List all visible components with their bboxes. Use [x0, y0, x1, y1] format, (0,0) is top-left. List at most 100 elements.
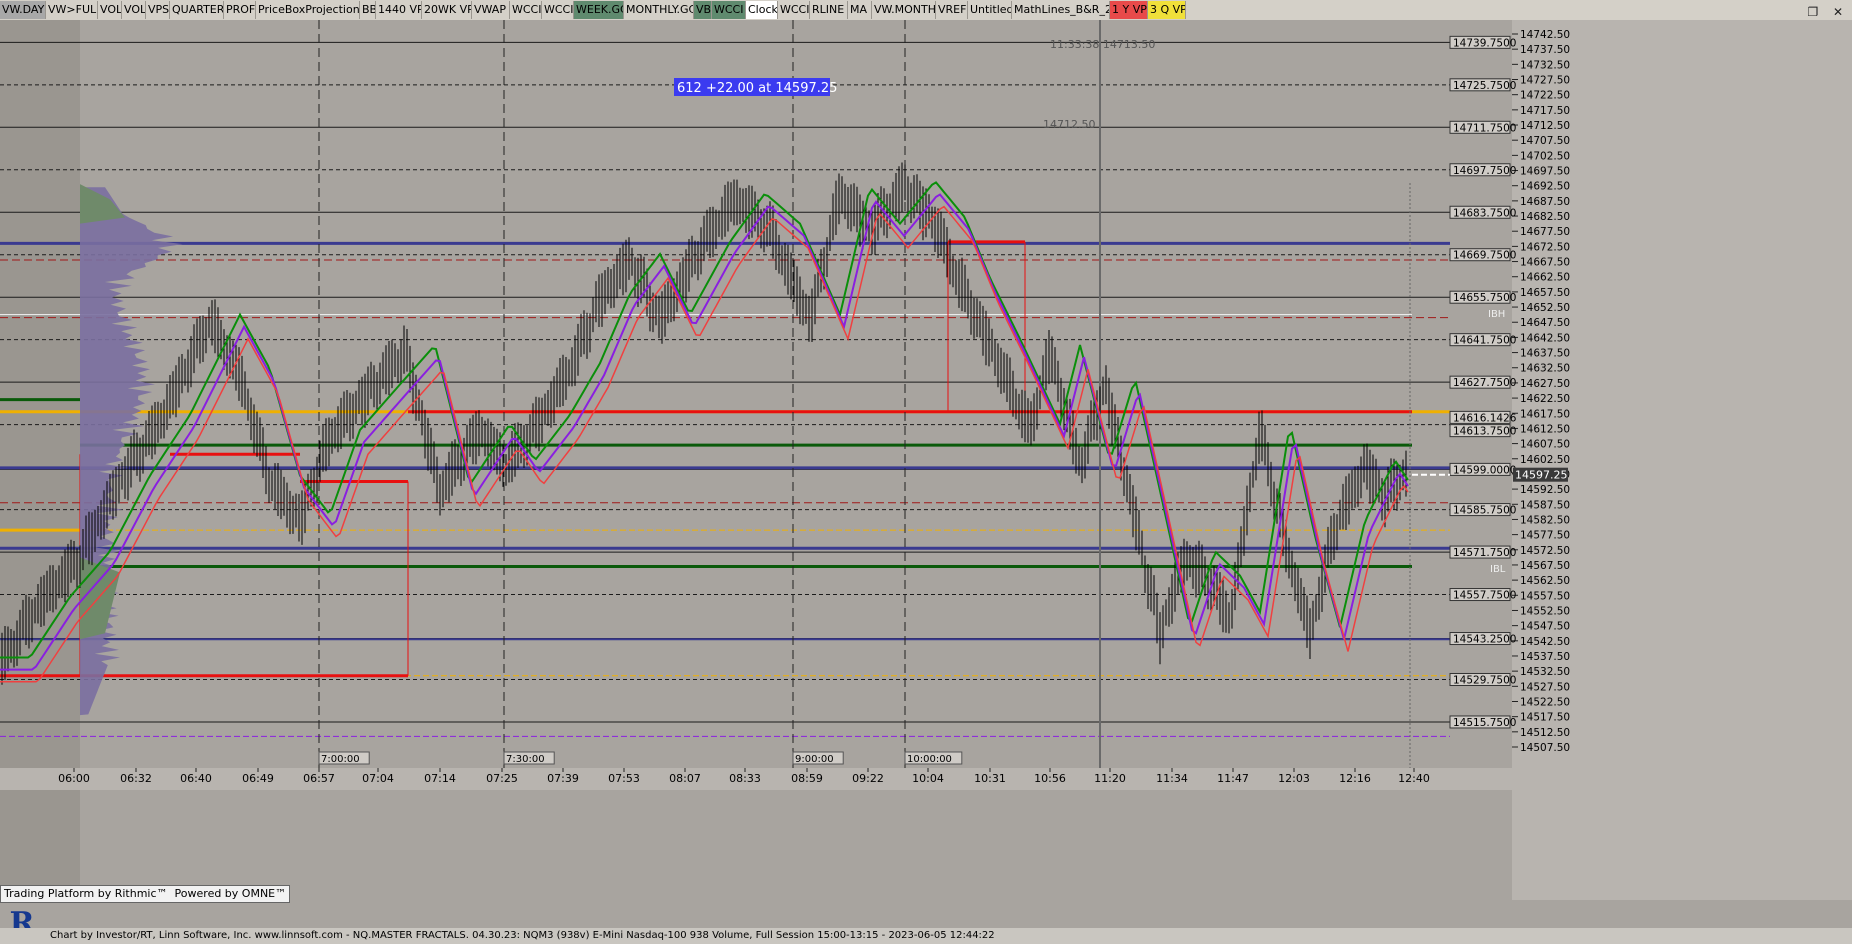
status-footer: Chart by Investor/RT, Linn Software, Inc…	[0, 928, 1852, 944]
time-tick-label: 10:56	[1034, 772, 1066, 785]
time-tick-label: 11:47	[1217, 772, 1249, 785]
toolbar-tab-1[interactable]: VW>FULL	[46, 1, 98, 19]
price-tick-label: 14687.50	[1520, 196, 1570, 208]
toolbar-tab-9[interactable]: 1440 VP	[376, 1, 422, 19]
rithmic-badge: Trading Platform by Rithmic™ Powered by …	[0, 885, 291, 903]
price-tick-label: 14512.50	[1520, 727, 1570, 739]
footer-text: Chart by Investor/RT, Linn Software, Inc…	[50, 930, 995, 941]
price-tick-label: 14732.50	[1520, 59, 1570, 71]
toolbar-tab-15[interactable]: MONTHLY.GC	[624, 1, 694, 19]
price-chart[interactable]: 612 +22.00 at 14597.25 11:33:38 14713.50 1…	[0, 20, 1852, 944]
price-tick-label: 14692.50	[1520, 181, 1570, 193]
time-tick-label: 06:57	[303, 772, 335, 785]
price-tick-label: 14517.50	[1520, 712, 1570, 724]
price-tick-label: 14532.50	[1520, 666, 1570, 678]
time-tick-label: 12:16	[1339, 772, 1371, 785]
toolbar-tab-2[interactable]: VOL	[98, 1, 122, 19]
session-label: 7:30:00	[506, 754, 545, 765]
last-price-label: 14597.25	[1515, 469, 1568, 482]
price-tick-label: 14667.50	[1520, 257, 1570, 269]
time-tick-label: 08:33	[729, 772, 761, 785]
window-buttons: ❐ ✕	[1803, 1, 1848, 19]
toolbar-tab-24[interactable]: Untitled	[968, 1, 1012, 19]
level-label: 14711.7500	[1453, 122, 1516, 134]
toolbar-tab-26[interactable]: 1 Y VP	[1110, 1, 1148, 19]
time-tick-label: 10:31	[974, 772, 1006, 785]
toolbar-tab-8[interactable]: BB	[360, 1, 376, 19]
session-label: 7:00:00	[321, 754, 360, 765]
level-label: 14669.7500	[1453, 250, 1516, 262]
price-tick-label: 14647.50	[1520, 317, 1570, 329]
toolbar-tab-27[interactable]: 3 Q VP	[1148, 1, 1186, 19]
toolbar-tab-19[interactable]: WCCI	[778, 1, 810, 19]
price-tick-label: 14742.50	[1520, 29, 1570, 41]
time-tick-label: 10:04	[912, 772, 944, 785]
level-label: 14725.7500	[1453, 80, 1516, 92]
toolbar-tab-6[interactable]: PROF	[224, 1, 256, 19]
time-tick-label: 08:07	[669, 772, 701, 785]
toolbar-tab-25[interactable]: MathLines_B&R_20	[1012, 1, 1110, 19]
level-label: 14613.7500	[1453, 426, 1516, 438]
price-tick-label: 14572.50	[1520, 545, 1570, 557]
time-tick-label: 11:20	[1094, 772, 1126, 785]
price-tick-label: 14542.50	[1520, 636, 1570, 648]
price-tick-label: 14617.50	[1520, 408, 1570, 420]
toolbar-tab-11[interactable]: VWAP	[472, 1, 510, 19]
price-tick-label: 14637.50	[1520, 348, 1570, 360]
price-tick-label: 14547.50	[1520, 621, 1570, 633]
price-tick-label: 14582.50	[1520, 514, 1570, 526]
price-tick-label: 14657.50	[1520, 287, 1570, 299]
restore-icon[interactable]: ❐	[1803, 3, 1823, 21]
rithmic-label: Trading Platform by Rithmic™	[4, 887, 168, 900]
price-tick-label: 14737.50	[1520, 44, 1570, 56]
price-tick-label: 14562.50	[1520, 575, 1570, 587]
level-label: 14529.7500	[1453, 674, 1516, 686]
toolbar-tab-5[interactable]: QUARTER	[170, 1, 224, 19]
level-label: 14683.7500	[1453, 207, 1516, 219]
price-tick-label: 14632.50	[1520, 363, 1570, 375]
toolbar-tab-14[interactable]: WEEK.GC	[574, 1, 624, 19]
price-tick-label: 14627.50	[1520, 378, 1570, 390]
toolbar-tab-22[interactable]: VW.MONTH	[872, 1, 936, 19]
level-label: 14571.7500	[1453, 547, 1516, 559]
level-label: 14627.7500	[1453, 377, 1516, 389]
price-tick-label: 14557.50	[1520, 590, 1570, 602]
toolbar-tab-3[interactable]: VOL	[122, 1, 146, 19]
toolbar-tab-12[interactable]: WCCI	[510, 1, 542, 19]
price-tick-label: 14622.50	[1520, 393, 1570, 405]
toolbar-tab-0[interactable]: VW.DAY	[0, 1, 46, 19]
price-tick-label: 14707.50	[1520, 135, 1570, 147]
price-tick-label: 14612.50	[1520, 423, 1570, 435]
price-tick-label: 14567.50	[1520, 560, 1570, 572]
close-icon[interactable]: ✕	[1828, 3, 1848, 21]
level-label: 14641.7500	[1453, 335, 1516, 347]
toolbar-tab-4[interactable]: VPS	[146, 1, 170, 19]
price-tick-label: 14522.50	[1520, 696, 1570, 708]
time-tick-label: 12:03	[1278, 772, 1310, 785]
level-label: 14515.7500	[1453, 717, 1516, 729]
toolbar-tab-17[interactable]: WCCI	[712, 1, 746, 19]
price-tick-label: 14577.50	[1520, 530, 1570, 542]
toolbar-tab-7[interactable]: PriceBoxProjections	[256, 1, 360, 19]
time-tick-label: 06:00	[58, 772, 90, 785]
ibh-label: IBH	[1488, 309, 1505, 320]
price-tick-label: 14537.50	[1520, 651, 1570, 663]
toolbar-tab-21[interactable]: MA	[848, 1, 872, 19]
time-tick-label: 06:49	[242, 772, 274, 785]
level-label: 14739.7500	[1453, 37, 1516, 49]
toolbar-tab-10[interactable]: 20WK VP	[422, 1, 472, 19]
toolbar-tab-16[interactable]: VB	[694, 1, 712, 19]
price-tick-label: 14717.50	[1520, 105, 1570, 117]
chart-toolbar: VW.DAY VW>FULL VOL VOL VPS QUARTER PROF PriceBo…	[0, 0, 1852, 21]
price-tick-label: 14552.50	[1520, 605, 1570, 617]
toolbar-tab-13[interactable]: WCCI	[542, 1, 574, 19]
toolbar-tab-18[interactable]: Clock	[746, 1, 778, 19]
session-label: 9:00:00	[795, 754, 834, 765]
toolbar-tab-20[interactable]: RLINE	[810, 1, 848, 19]
toolbar-tab-23[interactable]: VREF	[936, 1, 968, 19]
level-label: 14616.1426	[1453, 412, 1517, 424]
time-tick-label: 07:39	[547, 772, 579, 785]
price-tick-label: 14527.50	[1520, 681, 1570, 693]
price-tick-label: 14677.50	[1520, 226, 1570, 238]
omne-label: Powered by OMNE™	[174, 887, 287, 900]
